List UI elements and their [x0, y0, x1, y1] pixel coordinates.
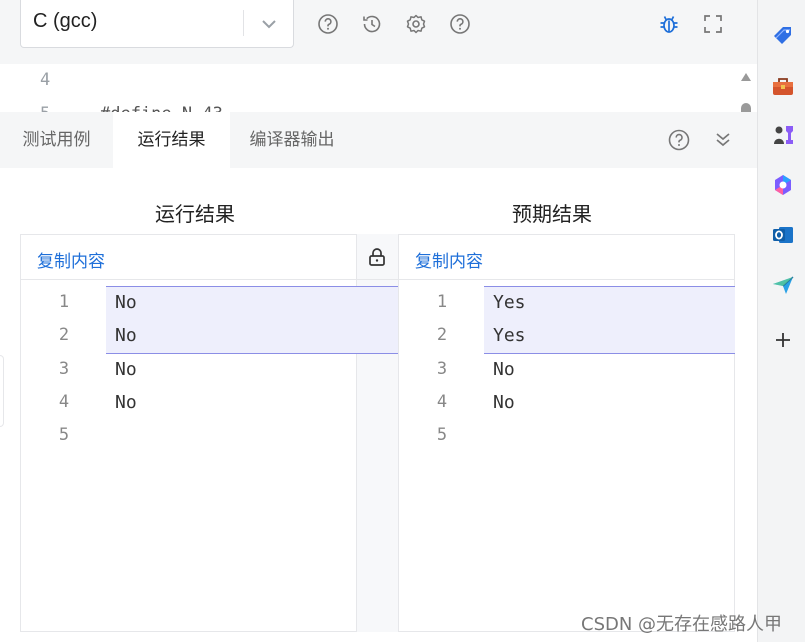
chess-icon[interactable] — [771, 123, 795, 147]
output-line: No — [493, 359, 515, 380]
scroll-up-arrow-icon[interactable] — [741, 73, 751, 81]
line-number: 4 — [40, 70, 51, 90]
diff-highlight-gutter — [357, 286, 398, 354]
line-number: 4 — [58, 392, 70, 412]
plus-icon[interactable] — [771, 328, 795, 352]
tag-icon[interactable] — [771, 24, 795, 48]
question-icon[interactable] — [449, 13, 471, 35]
line-number: 3 — [58, 359, 70, 379]
fullscreen-icon[interactable] — [702, 13, 724, 35]
line-number: 1 — [436, 292, 448, 312]
diff-header-divider — [20, 279, 735, 280]
help-circle-icon[interactable] — [667, 128, 691, 152]
lock-scroll-icon[interactable] — [366, 246, 388, 268]
expected-result-title: 预期结果 — [512, 202, 592, 226]
tab-run-result[interactable]: 运行结果 — [113, 112, 230, 168]
actual-result-title: 运行结果 — [155, 202, 235, 226]
copy-actual-button[interactable]: 复制内容 — [37, 247, 105, 272]
line-number: 1 — [58, 292, 70, 312]
toolbar: C (gcc) — [0, 0, 757, 64]
browser-sidebar — [757, 0, 805, 642]
send-icon[interactable] — [771, 273, 795, 297]
output-line: No — [115, 359, 137, 380]
code-line: #define N 43 — [100, 104, 223, 112]
code-editor[interactable]: 4 5 #define N 43 — [0, 64, 757, 112]
language-select-value: C (gcc) — [33, 10, 98, 32]
toolbox-icon[interactable] — [771, 74, 795, 98]
collapse-chevron-icon[interactable] — [711, 128, 735, 152]
line-number: 5 — [436, 425, 448, 445]
copilot-icon[interactable] — [771, 173, 795, 197]
output-line: Yes — [493, 325, 526, 346]
output-line: No — [115, 325, 137, 346]
panel-edge-handle[interactable] — [0, 355, 4, 427]
diff-highlight-actual — [106, 286, 357, 354]
help-circle-icon[interactable] — [317, 13, 339, 35]
language-select[interactable]: C (gcc) — [20, 0, 294, 48]
output-line: No — [115, 392, 137, 413]
line-number: 5 — [58, 425, 70, 445]
settings-gear-icon[interactable] — [405, 13, 427, 35]
tab-test-cases[interactable]: 测试用例 — [0, 112, 113, 168]
line-number: 5 — [40, 104, 50, 112]
output-line: No — [115, 292, 137, 313]
output-line: No — [493, 392, 515, 413]
history-icon[interactable] — [361, 13, 383, 35]
debug-bug-icon[interactable] — [658, 13, 680, 35]
line-number: 2 — [436, 325, 448, 345]
bottom-panel-tabs: 测试用例 运行结果 编译器输出 — [0, 112, 757, 168]
tab-compiler-output[interactable]: 编译器输出 — [230, 112, 354, 168]
language-select-divider — [243, 10, 244, 36]
outlook-icon[interactable] — [771, 223, 795, 247]
output-line: Yes — [493, 292, 526, 313]
chevron-down-icon[interactable] — [259, 14, 279, 34]
line-number: 2 — [58, 325, 70, 345]
line-number: 4 — [436, 392, 448, 412]
line-number: 3 — [436, 359, 448, 379]
copy-expected-button[interactable]: 复制内容 — [415, 247, 483, 272]
editor-scrollbar-thumb[interactable] — [741, 103, 751, 112]
watermark: CSDN @无存在感路人甲 — [581, 614, 783, 635]
